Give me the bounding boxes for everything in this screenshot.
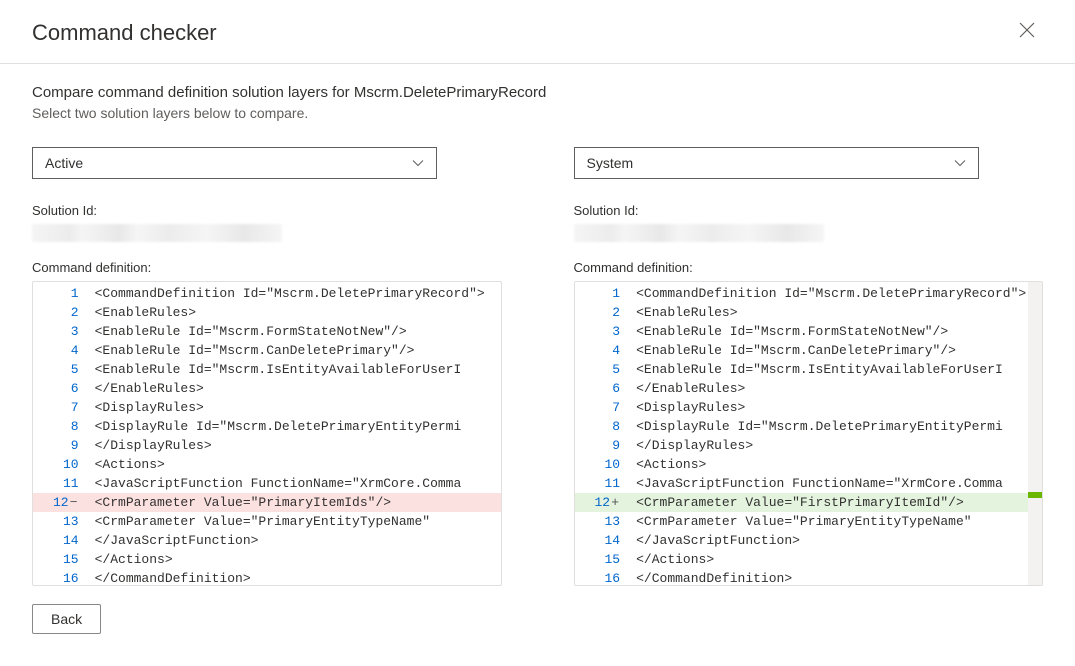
- line-number: 3: [575, 322, 631, 341]
- line-number: 9: [575, 436, 631, 455]
- close-icon: [1019, 22, 1035, 38]
- code-line: </EnableRules>: [89, 379, 501, 398]
- line-number: 6: [575, 379, 631, 398]
- line-number: 8: [33, 417, 89, 436]
- code-line: <EnableRule Id="Mscrm.FormStateNotNew"/>: [89, 322, 501, 341]
- line-number: 2: [575, 303, 631, 322]
- code-line: </DisplayRules>: [630, 436, 1042, 455]
- code-line: <EnableRules>: [89, 303, 501, 322]
- line-number: 10: [33, 455, 89, 474]
- code-line: <Actions>: [630, 455, 1042, 474]
- layer-dropdown-left[interactable]: Active: [32, 147, 437, 179]
- code-line: <DisplayRules>: [630, 398, 1042, 417]
- code-line: </Actions>: [89, 550, 501, 569]
- compare-grid: Active Solution Id: Command definition: …: [32, 147, 1043, 586]
- dialog-footer: Back: [0, 586, 1075, 652]
- solution-id-label: Solution Id:: [574, 203, 1044, 218]
- line-number: 15: [33, 550, 89, 569]
- code-line: <EnableRule Id="Mscrm.CanDeletePrimary"/…: [630, 341, 1042, 360]
- back-button[interactable]: Back: [32, 604, 101, 634]
- solution-id-value-redacted: [574, 224, 824, 242]
- dialog-title: Command checker: [32, 20, 217, 46]
- code-line: </JavaScriptFunction>: [89, 531, 501, 550]
- dialog-header: Command checker: [0, 0, 1075, 64]
- line-number: 7: [575, 398, 631, 417]
- code-line: <EnableRule Id="Mscrm.FormStateNotNew"/>: [630, 322, 1042, 341]
- code-line: </CommandDefinition>: [630, 569, 1042, 585]
- code-line: <CrmParameter Value="PrimaryEntityTypeNa…: [89, 512, 501, 531]
- dropdown-value: System: [587, 155, 634, 171]
- solution-id-label: Solution Id:: [32, 203, 502, 218]
- code-line: <CrmParameter Value="FirstPrimaryItemId"…: [630, 493, 1042, 512]
- code-body[interactable]: <CommandDefinition Id="Mscrm.DeletePrima…: [630, 282, 1042, 585]
- command-definition-label: Command definition:: [574, 260, 1044, 275]
- compare-column-right: System Solution Id: Command definition: …: [574, 147, 1044, 586]
- dropdown-value: Active: [45, 155, 83, 171]
- code-line: </Actions>: [630, 550, 1042, 569]
- code-line: <EnableRule Id="Mscrm.IsEntityAvailableF…: [630, 360, 1042, 379]
- line-number: 16: [33, 569, 89, 586]
- dialog-content: Compare command definition solution laye…: [0, 64, 1075, 586]
- code-body[interactable]: <CommandDefinition Id="Mscrm.DeletePrima…: [89, 282, 501, 585]
- line-number: 4: [575, 341, 631, 360]
- solution-id-value-redacted: [32, 224, 282, 242]
- code-line: <EnableRule Id="Mscrm.IsEntityAvailableF…: [89, 360, 501, 379]
- code-line: <CrmParameter Value="PrimaryItemIds"/>: [89, 493, 501, 512]
- line-number: 12−: [33, 493, 89, 512]
- code-line: <DisplayRule Id="Mscrm.DeletePrimaryEnti…: [630, 417, 1042, 436]
- line-number: 5: [33, 360, 89, 379]
- code-diff-right: 123456789101112+13141516 <CommandDefinit…: [574, 281, 1044, 586]
- code-line: </JavaScriptFunction>: [630, 531, 1042, 550]
- line-number: 9: [33, 436, 89, 455]
- line-number: 14: [33, 531, 89, 550]
- compare-column-left: Active Solution Id: Command definition: …: [32, 147, 502, 586]
- line-number: 6: [33, 379, 89, 398]
- compare-subtitle: Compare command definition solution laye…: [32, 84, 1043, 101]
- code-line: <CommandDefinition Id="Mscrm.DeletePrima…: [630, 284, 1042, 303]
- line-number: 5: [575, 360, 631, 379]
- code-diff-left: 123456789101112−13141516 <CommandDefinit…: [32, 281, 502, 586]
- line-number: 1: [575, 284, 631, 303]
- code-gutter: 123456789101112−13141516: [33, 282, 89, 585]
- code-line: <Actions>: [89, 455, 501, 474]
- line-number: 16: [575, 569, 631, 586]
- code-line: </CommandDefinition>: [89, 569, 501, 585]
- code-line: <EnableRules>: [630, 303, 1042, 322]
- scroll-diff-marker: [1028, 492, 1042, 498]
- line-number: 7: [33, 398, 89, 417]
- line-number: 12+: [575, 493, 631, 512]
- line-number: 13: [575, 512, 631, 531]
- code-line: <DisplayRule Id="Mscrm.DeletePrimaryEnti…: [89, 417, 501, 436]
- line-number: 14: [575, 531, 631, 550]
- scroll-track[interactable]: [1028, 282, 1042, 585]
- line-number: 15: [575, 550, 631, 569]
- line-number: 1: [33, 284, 89, 303]
- compare-instruction: Select two solution layers below to comp…: [32, 105, 1043, 121]
- line-number: 13: [33, 512, 89, 531]
- code-line: <JavaScriptFunction FunctionName="XrmCor…: [89, 474, 501, 493]
- close-button[interactable]: [1011, 18, 1043, 47]
- chevron-down-icon: [412, 157, 424, 169]
- line-number: 11: [33, 474, 89, 493]
- command-definition-label: Command definition:: [32, 260, 502, 275]
- code-line: <EnableRule Id="Mscrm.CanDeletePrimary"/…: [89, 341, 501, 360]
- code-line: <CrmParameter Value="PrimaryEntityTypeNa…: [630, 512, 1042, 531]
- line-number: 2: [33, 303, 89, 322]
- line-number: 11: [575, 474, 631, 493]
- line-number: 8: [575, 417, 631, 436]
- line-number: 3: [33, 322, 89, 341]
- code-line: <CommandDefinition Id="Mscrm.DeletePrima…: [89, 284, 501, 303]
- code-line: <DisplayRules>: [89, 398, 501, 417]
- code-line: <JavaScriptFunction FunctionName="XrmCor…: [630, 474, 1042, 493]
- code-line: </DisplayRules>: [89, 436, 501, 455]
- code-gutter: 123456789101112+13141516: [575, 282, 631, 585]
- layer-dropdown-right[interactable]: System: [574, 147, 979, 179]
- chevron-down-icon: [954, 157, 966, 169]
- line-number: 10: [575, 455, 631, 474]
- line-number: 4: [33, 341, 89, 360]
- code-line: </EnableRules>: [630, 379, 1042, 398]
